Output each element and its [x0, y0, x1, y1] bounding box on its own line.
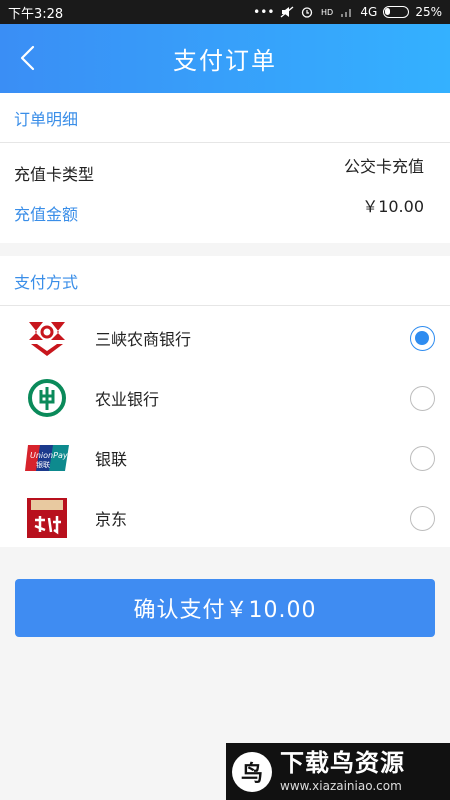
alarm-icon — [302, 7, 313, 18]
payment-radio[interactable] — [410, 385, 435, 411]
payment-option-label: 京东 — [95, 510, 128, 529]
payment-option-label: 三峡农商银行 — [95, 330, 192, 349]
payment-radio-selected[interactable] — [410, 325, 435, 351]
battery-percent: 25% — [415, 5, 442, 19]
watermark-url: www.xiazainiao.com — [280, 778, 402, 793]
sanxia-bank-logo-icon — [24, 315, 70, 361]
more-dots-icon: ••• — [253, 5, 275, 19]
payment-option-label: 农业银行 — [95, 390, 160, 409]
status-bar: 下午3:28 ••• HD 4G 25% — [0, 0, 450, 24]
battery-fill — [385, 8, 391, 15]
watermark: 鸟 下载鸟资源 www.xiazainiao.com — [226, 743, 450, 800]
card-type-value: 公交卡充值 — [343, 157, 424, 176]
jd-pay-logo-icon — [24, 495, 70, 541]
svg-text:HD: HD — [321, 8, 333, 17]
hd-icon: HD — [321, 8, 333, 17]
payment-option-abc[interactable]: 农业银行 — [0, 368, 450, 428]
amount-value: ￥10.00 — [362, 197, 424, 216]
confirm-payment-button[interactable]: 确认支付￥10.00 — [15, 579, 435, 637]
payment-methods-section: 支付方式 三峡农商银行 农业银行 UnionPay 银联 银联 京东 — [0, 256, 450, 547]
amount-label: 充值金额 — [14, 205, 79, 224]
svg-text:银联: 银联 — [36, 460, 50, 469]
payment-option-sanxia[interactable]: 三峡农商银行 — [0, 308, 450, 368]
page-title: 支付订单 — [173, 47, 277, 75]
mute-icon — [280, 6, 294, 18]
signal-icon — [341, 9, 352, 17]
payment-option-jd[interactable]: 京东 — [0, 488, 450, 548]
abc-bank-logo-icon — [24, 375, 70, 421]
network-type: 4G — [360, 5, 378, 19]
bird-logo-icon: 鸟 — [232, 751, 272, 792]
chevron-left-icon — [20, 45, 35, 71]
svg-text:UnionPay: UnionPay — [30, 451, 68, 460]
payment-radio[interactable] — [410, 505, 435, 531]
battery-icon — [383, 6, 410, 18]
card-type-row: 充值卡类型 公交卡充值 — [0, 151, 450, 185]
watermark-title: 下载鸟资源 — [280, 748, 405, 777]
unionpay-logo-icon: UnionPay 银联 — [24, 435, 70, 481]
payment-option-unionpay[interactable]: UnionPay 银联 银联 — [0, 428, 450, 488]
status-icons: ••• HD 4G 25% — [253, 5, 442, 19]
amount-row: 充值金额 ￥10.00 — [0, 191, 450, 225]
back-button[interactable] — [12, 42, 44, 74]
payment-radio[interactable] — [410, 445, 435, 471]
order-details-header: 订单明细 — [0, 93, 450, 143]
status-time: 下午3:28 — [8, 6, 64, 22]
app-bar: 支付订单 — [0, 24, 450, 93]
watermark-text: 下载鸟资源 www.xiazainiao.com — [280, 751, 405, 793]
order-details-section: 订单明细 充值卡类型 公交卡充值 充值金额 ￥10.00 — [0, 93, 450, 243]
payment-option-label: 银联 — [95, 450, 128, 469]
payment-methods-header: 支付方式 — [0, 256, 450, 306]
card-type-label: 充值卡类型 — [14, 165, 95, 184]
